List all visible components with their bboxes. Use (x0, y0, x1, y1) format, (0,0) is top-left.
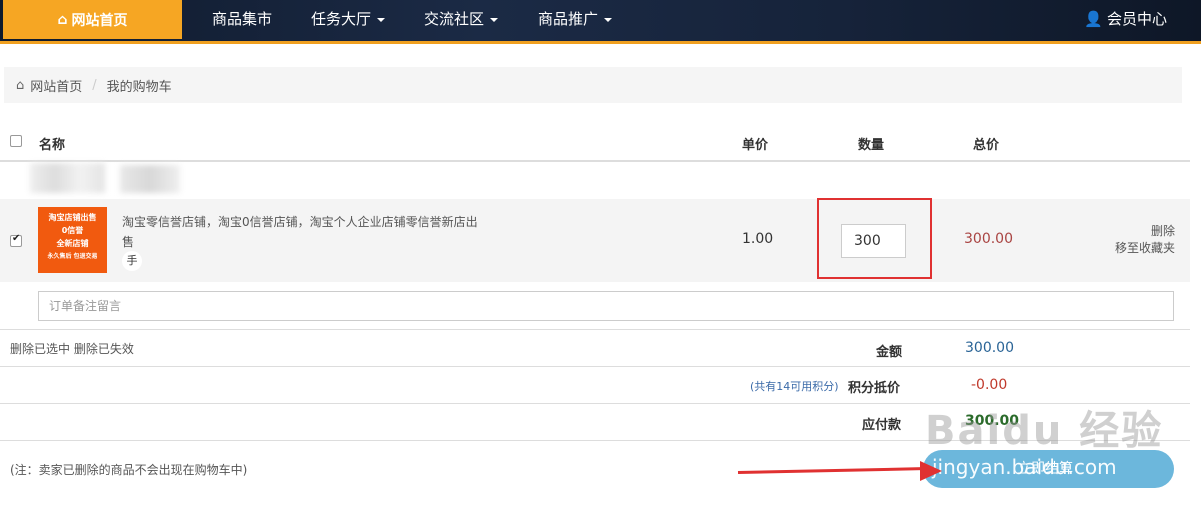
nav-item-community[interactable]: 交流社区 (424, 0, 499, 39)
delete-selected-links[interactable]: 删除已选中 删除已失效 (10, 340, 134, 357)
amount-value: 300.00 (965, 340, 1014, 356)
blurred-shop-name (30, 163, 105, 193)
divider (0, 366, 1190, 367)
cart-note: (注：卖家已删除的商品不会出现在购物车中) (10, 463, 248, 477)
order-remark-input[interactable]: 订单备注留言 (38, 291, 1174, 321)
member-center-link[interactable]: 👤 会员中心 (1084, 0, 1167, 39)
item-checkbox[interactable] (10, 233, 22, 247)
user-icon: 👤 (1084, 10, 1103, 28)
caret-down-icon (604, 17, 613, 22)
watermark-url: jingyan.baidu.com (932, 455, 1117, 479)
quantity-highlight (817, 198, 932, 279)
points-value: -0.00 (971, 377, 1008, 393)
breadcrumb: ⌂ 网站首页 / 我的购物车 (4, 67, 1182, 103)
points-label: 积分抵价 (848, 381, 901, 396)
breadcrumb-separator: / (92, 77, 97, 93)
delete-link[interactable]: 删除 (1115, 223, 1175, 240)
item-title[interactable]: 淘宝零信誉店铺，淘宝0信誉店铺，淘宝个人企业店铺零信誉新店出售 (122, 212, 482, 252)
item-unit-price: 1.00 (742, 231, 774, 247)
item-total: 300.00 (964, 231, 1013, 247)
home-icon: ⌂ (16, 77, 25, 93)
nav-item-promotion[interactable]: 商品推广 (538, 0, 613, 39)
watermark-logo: Baidu 经验 (925, 408, 1164, 454)
header-unit-price: 单价 (742, 138, 769, 153)
breadcrumb-current: 我的购物车 (106, 79, 172, 95)
breadcrumb-home[interactable]: 网站首页 (30, 76, 82, 95)
item-operations: 删除 移至收藏夹 (1115, 223, 1175, 257)
item-thumbnail[interactable]: 淘宝店铺出售 0信誉 全新店铺 永久售后 包退交易 (38, 207, 107, 273)
caret-down-icon (490, 17, 499, 22)
annotation-arrow (737, 466, 933, 474)
divider (0, 329, 1190, 330)
nav-item-tasks[interactable]: 任务大厅 (311, 0, 386, 39)
home-icon: ⌂ (57, 11, 68, 28)
nav-item-market[interactable]: 商品集市 (212, 0, 272, 39)
quantity-input[interactable] (841, 224, 906, 258)
nav-home-button[interactable]: ⌂ 网站首页 (3, 0, 182, 39)
header-quantity: 数量 (858, 138, 885, 153)
header-total: 总价 (973, 138, 1000, 153)
header-name: 名称 (39, 138, 66, 153)
points-note: (共有14可用积分) (750, 380, 839, 393)
move-to-favorites-link[interactable]: 移至收藏夹 (1115, 240, 1175, 257)
annotation-arrow-head (920, 461, 942, 481)
top-nav: ⌂ 网站首页 商品集市 任务大厅 交流社区 商品推广 👤 会员中心 (0, 0, 1201, 44)
item-badge: 手 (122, 251, 142, 271)
cart-item-row: 淘宝店铺出售 0信誉 全新店铺 永久售后 包退交易 淘宝零信誉店铺，淘宝0信誉店… (0, 198, 1190, 282)
select-all-checkbox[interactable] (10, 135, 22, 147)
payable-label: 应付款 (862, 418, 902, 433)
amount-label: 金额 (876, 345, 903, 360)
blurred-shop-name (120, 165, 180, 193)
caret-down-icon (377, 17, 386, 22)
nav-home-label: 网站首页 (71, 12, 128, 29)
cart-table-header: 名称 单价 数量 总价 (0, 122, 1190, 162)
